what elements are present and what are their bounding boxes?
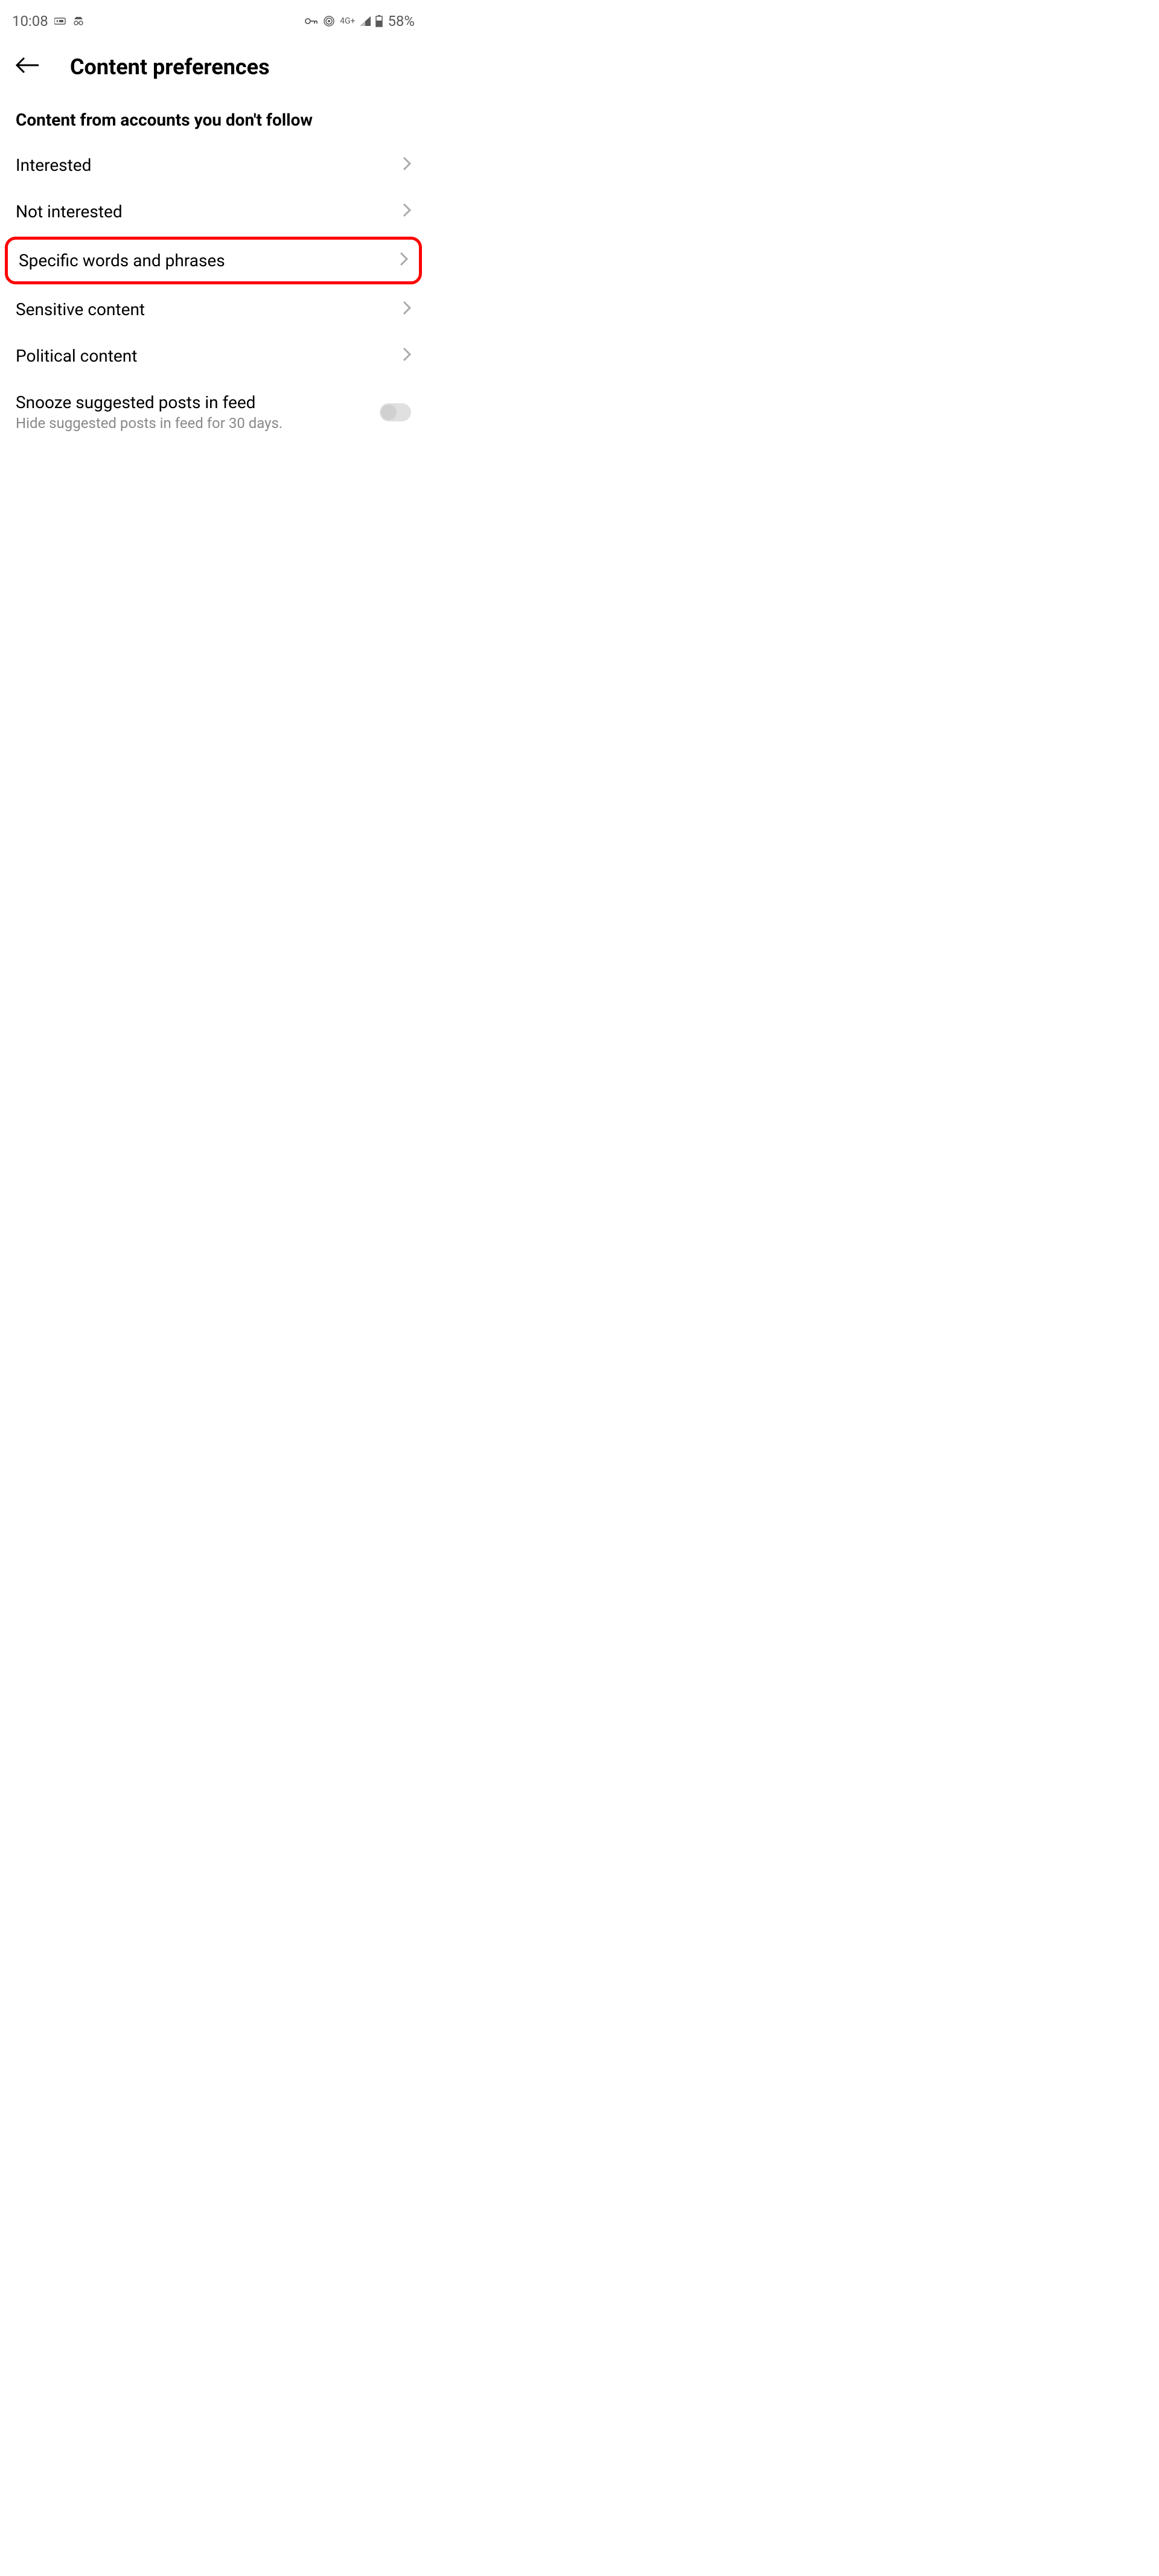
menu-label-sensitive-content: Sensitive content [16,299,145,319]
menu-item-sensitive-content[interactable]: Sensitive content [0,286,427,333]
menu-item-specific-words[interactable]: Specific words and phrases [5,237,422,284]
chevron-right-icon [403,299,411,319]
status-right: 4G+ 58% [305,13,415,30]
toggle-switch[interactable] [380,403,411,421]
toggle-label: Snooze suggested posts in feed [16,392,380,412]
menu-label-political-content: Political content [16,346,137,366]
incognito-icon [72,16,85,27]
page-title: Content preferences [70,54,270,80]
indicator-icon [54,17,66,25]
menu-item-interested[interactable]: Interested [0,142,427,188]
toggle-item-snooze: Snooze suggested posts in feed Hide sugg… [0,379,427,445]
status-left: 10:08 [12,13,85,30]
section-title: Content from accounts you don't follow [0,92,427,142]
hotspot-icon [323,15,335,27]
menu-item-not-interested[interactable]: Not interested [0,188,427,235]
network-type: 4G+ [340,16,355,26]
signal-icon [360,16,371,26]
battery-percent: 58% [388,13,415,30]
toggle-text-container: Snooze suggested posts in feed Hide sugg… [16,392,380,432]
back-arrow-icon[interactable] [16,54,40,80]
chevron-right-icon [400,251,408,270]
chevron-right-icon [403,346,411,366]
menu-label-specific-words: Specific words and phrases [19,251,225,270]
header: Content preferences [0,36,427,92]
chevron-right-icon [403,155,411,175]
toggle-knob [381,404,397,420]
phone-screen: 10:08 4G+ 58% [0,0,427,948]
chevron-right-icon [403,202,411,222]
menu-label-interested: Interested [16,155,91,175]
battery-icon [375,15,383,27]
key-icon [305,18,318,25]
status-bar: 10:08 4G+ 58% [0,0,427,36]
toggle-subtitle: Hide suggested posts in feed for 30 days… [16,415,380,432]
menu-label-not-interested: Not interested [16,202,123,222]
status-time: 10:08 [12,13,48,30]
menu-item-political-content[interactable]: Political content [0,333,427,379]
